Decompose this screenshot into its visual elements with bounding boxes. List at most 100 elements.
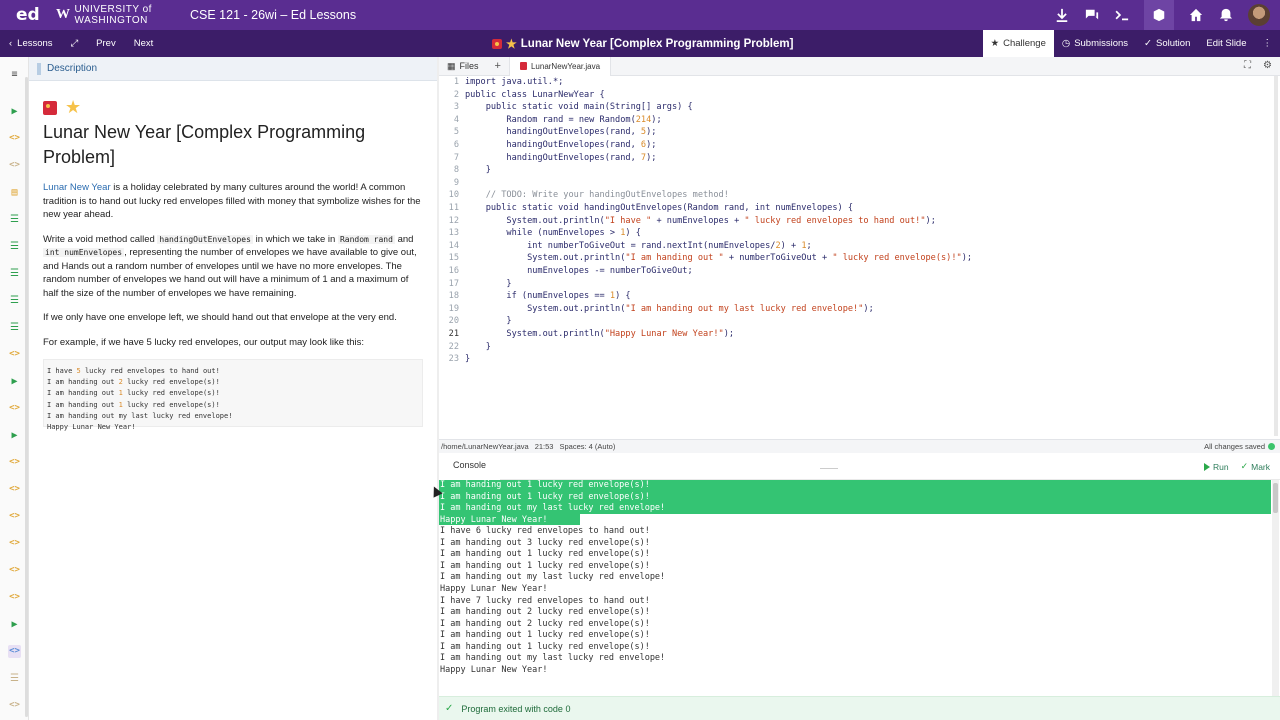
scroll-thumb[interactable] bbox=[1273, 483, 1278, 513]
star-icon: ★ bbox=[506, 36, 517, 51]
discussion-icon[interactable] bbox=[1084, 7, 1100, 23]
console-line: I am handing out 2 lucky red envelope(s)… bbox=[440, 607, 650, 618]
slide-code-icon[interactable]: <> bbox=[8, 564, 21, 577]
code-line[interactable]: 10 // TODO: Write your handingOutEnvelop… bbox=[439, 189, 1269, 202]
slide-quiz-icon[interactable]: ☰ bbox=[8, 321, 21, 334]
code-line[interactable]: 3 public static void main(String[] args)… bbox=[439, 101, 1269, 114]
slide-code-icon[interactable]: <> bbox=[8, 159, 21, 172]
slide-run-icon[interactable]: ▶ bbox=[8, 429, 21, 442]
console-output[interactable]: I am handing out 1 lucky red envelope(s)… bbox=[439, 480, 1280, 696]
slide-code-icon[interactable]: <> bbox=[8, 483, 21, 496]
slide-quiz-icon[interactable]: ☰ bbox=[8, 672, 21, 685]
lessons-button[interactable]: ‹ Lessons bbox=[0, 30, 62, 57]
expand-button[interactable]: ⤢ bbox=[62, 30, 88, 57]
course-title[interactable]: CSE 121 - 26wi – Ed Lessons bbox=[190, 8, 356, 22]
code-line[interactable]: 7 handingOutEnvelopes(rand, 7); bbox=[439, 152, 1269, 165]
fullscreen-icon[interactable]: ⛶ bbox=[1244, 60, 1251, 71]
code-line[interactable]: 16 numEnvelopes -= numberToGiveOut; bbox=[439, 265, 1269, 278]
slide-code-icon[interactable]: <> bbox=[8, 699, 21, 712]
home-icon[interactable] bbox=[1188, 7, 1204, 23]
code-line[interactable]: 15 System.out.println("I am handing out … bbox=[439, 252, 1269, 265]
more-options-icon[interactable]: ⋮ bbox=[1255, 30, 1280, 57]
saved-indicator-icon bbox=[1268, 443, 1275, 450]
tab-solution[interactable]: ✓ Solution bbox=[1136, 30, 1198, 57]
code-line[interactable]: 17 } bbox=[439, 278, 1269, 291]
code-line[interactable]: 1 import java.util.*; bbox=[439, 76, 1269, 89]
slide-quiz-icon[interactable]: ☰ bbox=[8, 240, 21, 253]
slide-run-icon[interactable]: ▶ bbox=[8, 618, 21, 631]
rail-scrollbar[interactable] bbox=[25, 77, 28, 717]
console-line: I am handing out my last lucky red envel… bbox=[440, 653, 666, 664]
slide-quiz-icon[interactable]: ☰ bbox=[8, 213, 21, 226]
code-line[interactable]: 4 Random rand = new Random(214); bbox=[439, 114, 1269, 127]
menu-icon[interactable]: ≡ bbox=[8, 68, 21, 81]
file-tab-lunarnewyear[interactable]: LunarNewYear.java bbox=[508, 56, 612, 76]
code-line[interactable]: 2 public class LunarNewYear { bbox=[439, 89, 1269, 102]
indent-setting[interactable]: Spaces: 4 (Auto) bbox=[559, 442, 615, 451]
code-text: public class LunarNewYear { bbox=[465, 89, 605, 100]
slide-document-icon[interactable]: ▤ bbox=[8, 186, 21, 199]
code-line[interactable]: 20 } bbox=[439, 315, 1269, 328]
code-line[interactable]: 11 public static void handingOutEnvelope… bbox=[439, 202, 1269, 215]
exit-status-bar: ✓ Program exited with code 0 bbox=[439, 696, 1280, 720]
slide-run-icon[interactable]: ▶ bbox=[8, 375, 21, 388]
tab-submissions[interactable]: ◷ Submissions bbox=[1054, 30, 1136, 57]
ed-logo[interactable]: ed bbox=[16, 5, 56, 25]
tab-edit-slide[interactable]: Edit Slide bbox=[1198, 30, 1254, 57]
slide-code-icon[interactable]: <> bbox=[8, 510, 21, 523]
code-line[interactable]: 8 } bbox=[439, 164, 1269, 177]
code-line[interactable]: 23} bbox=[439, 353, 1269, 366]
chevron-left-icon: ‹ bbox=[9, 38, 13, 49]
slide-code-icon[interactable]: <> bbox=[8, 132, 21, 145]
settings-icon[interactable]: ⚙ bbox=[1263, 60, 1272, 71]
terminal-icon[interactable] bbox=[1114, 7, 1130, 23]
files-tab[interactable]: ▦ Files bbox=[439, 61, 487, 72]
slide-code-icon[interactable]: <> bbox=[8, 348, 21, 361]
code-line[interactable]: 12 System.out.println("I have " + numEnv… bbox=[439, 215, 1269, 228]
next-button[interactable]: Next bbox=[125, 30, 163, 57]
download-icon[interactable] bbox=[1054, 7, 1070, 23]
run-button[interactable]: Run bbox=[1203, 462, 1229, 472]
console-scrollbar[interactable] bbox=[1272, 480, 1279, 696]
example-text: lucky red envelope(s)! bbox=[122, 389, 220, 398]
code-text: } bbox=[465, 165, 491, 176]
slide-code-icon-current[interactable]: <> bbox=[8, 645, 21, 658]
slide-quiz-icon[interactable]: ☰ bbox=[8, 294, 21, 307]
code-line[interactable]: 14 int numberToGiveOut = rand.nextInt(nu… bbox=[439, 240, 1269, 253]
slide-run-icon[interactable]: ▶ bbox=[8, 105, 21, 118]
slide-code-icon[interactable]: <> bbox=[8, 402, 21, 415]
code-line[interactable]: 5 handingOutEnvelopes(rand, 5); bbox=[439, 126, 1269, 139]
code-line[interactable]: 19 System.out.println("I am handing out … bbox=[439, 303, 1269, 316]
code-line[interactable]: 21 System.out.println("Happy Lunar New Y… bbox=[439, 328, 1269, 341]
line-number: 7 bbox=[453, 152, 459, 163]
file-tab-label: LunarNewYear.java bbox=[530, 61, 601, 71]
code-line[interactable]: 18 if (numEnvelopes == 1) { bbox=[439, 290, 1269, 303]
paragraph-example: For example, if we have 5 lucky red enve… bbox=[43, 336, 365, 348]
line-number: 8 bbox=[453, 165, 459, 176]
user-avatar[interactable] bbox=[1248, 4, 1270, 26]
university-logo[interactable]: W UNIVERSITY of WASHINGTON bbox=[56, 4, 190, 26]
bell-icon[interactable] bbox=[1218, 7, 1234, 23]
lessons-icon[interactable] bbox=[1144, 0, 1174, 30]
code-editor[interactable]: 1 import java.util.*; 2 public class LunarN… bbox=[439, 76, 1280, 439]
mark-button[interactable]: ✓ Mark bbox=[1241, 461, 1270, 472]
slide-code-icon[interactable]: <> bbox=[8, 456, 21, 469]
code-line[interactable]: 22 } bbox=[439, 341, 1269, 354]
collapse-handle[interactable] bbox=[820, 461, 838, 469]
example-text: lucky red envelope(s)! bbox=[122, 400, 220, 409]
slide-code-icon[interactable]: <> bbox=[8, 537, 21, 550]
prev-button[interactable]: Prev bbox=[87, 30, 125, 57]
tab-challenge[interactable]: ★ Challenge bbox=[982, 30, 1054, 57]
description-header[interactable]: Description bbox=[29, 57, 437, 81]
play-icon bbox=[1203, 462, 1210, 471]
lunar-new-year-link[interactable]: Lunar New Year bbox=[43, 182, 111, 193]
add-file-button[interactable]: + bbox=[487, 60, 509, 72]
code-line[interactable]: 6 handingOutEnvelopes(rand, 6); bbox=[439, 139, 1269, 152]
code-line[interactable]: 13 while (numEnvelopes > 1) { bbox=[439, 227, 1269, 240]
slide-quiz-icon[interactable]: ☰ bbox=[8, 267, 21, 280]
console-tab[interactable]: Console bbox=[439, 453, 501, 480]
slide-code-icon[interactable]: <> bbox=[8, 591, 21, 604]
check-icon: ✓ bbox=[1240, 461, 1249, 471]
code-line[interactable]: 9 bbox=[439, 177, 1269, 190]
editor-scrollbar[interactable] bbox=[1274, 76, 1278, 436]
